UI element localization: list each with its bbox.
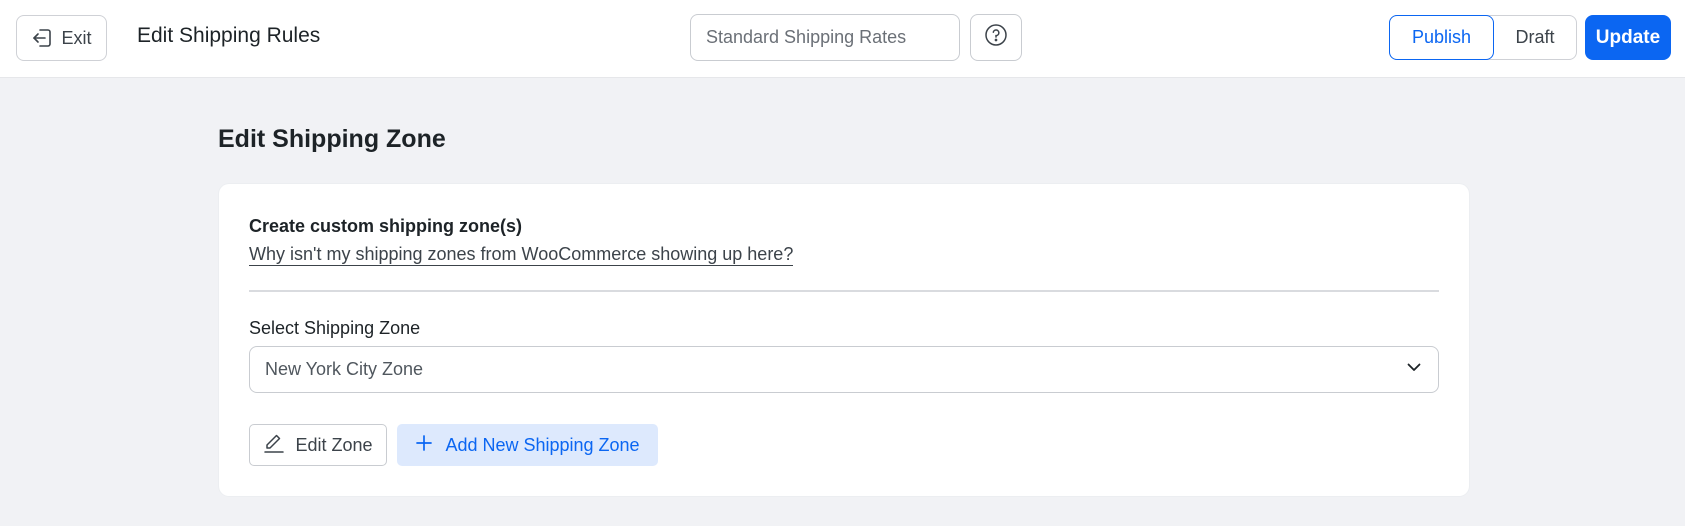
page-heading: Edit Shipping Rules [137, 24, 321, 47]
shipping-zone-card: Create custom shipping zone(s) Why isn't… [219, 184, 1469, 496]
card-heading: Create custom shipping zone(s) [249, 216, 523, 236]
question-circle-icon [984, 23, 1008, 52]
update-button[interactable]: Update [1585, 15, 1671, 60]
pencil-icon [263, 432, 285, 459]
exit-label: Exit [61, 27, 92, 48]
selected-zone-value: New York City Zone [265, 359, 424, 379]
exit-button[interactable]: Exit [16, 15, 107, 61]
rule-name-input[interactable] [690, 14, 960, 61]
edit-zone-button[interactable]: Edit Zone [249, 424, 387, 466]
add-zone-label: Add New Shipping Zone [445, 434, 640, 455]
woocommerce-help-link[interactable]: Why isn't my shipping zones from WooComm… [249, 243, 794, 266]
exit-arrow-icon [31, 27, 53, 49]
plus-icon [415, 434, 433, 457]
add-new-zone-button[interactable]: Add New Shipping Zone [397, 424, 658, 466]
divider [249, 290, 1439, 292]
shipping-zone-select[interactable]: New York City Zone [249, 346, 1439, 393]
help-button[interactable] [970, 14, 1022, 61]
draft-toggle[interactable]: Draft [1494, 16, 1576, 59]
section-title: Edit Shipping Zone [218, 124, 446, 153]
status-toggle: Publish Draft [1389, 15, 1577, 60]
zone-select-label: Select Shipping Zone [249, 318, 421, 338]
chevron-down-icon [1405, 358, 1423, 381]
edit-zone-label: Edit Zone [295, 434, 373, 455]
publish-toggle[interactable]: Publish [1389, 15, 1494, 60]
top-toolbar: Exit Edit Shipping Rules Publish Draft U… [0, 0, 1685, 78]
